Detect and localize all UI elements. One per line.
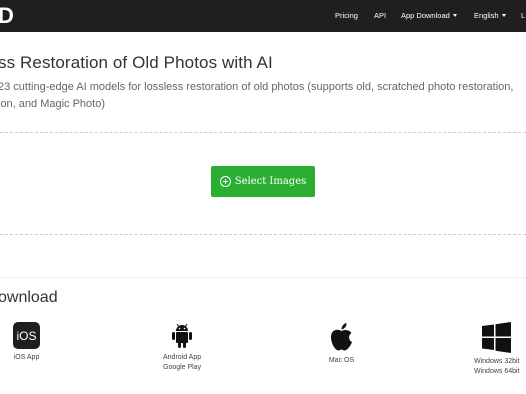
page-subtitle: 23 cutting-edge AI models for lossless r… [0, 79, 526, 113]
ios-icon: iOS [13, 322, 40, 349]
section-divider [0, 277, 526, 278]
android-icon [172, 323, 193, 348]
nav-pricing[interactable]: Pricing [335, 0, 358, 32]
download-mac[interactable]: Mac OS [328, 322, 355, 366]
nav-api[interactable]: API [374, 0, 386, 32]
select-images-button[interactable]: Select Images [211, 166, 315, 197]
plus-circle-icon [219, 176, 231, 187]
subtitle-line-2: ion, and Magic Photo) [0, 98, 106, 110]
windows-label-line2: Windows 64bit [474, 368, 520, 375]
caret-down-icon [452, 13, 457, 17]
brand-logo[interactable]: D [0, 3, 14, 29]
nav-login[interactable]: L [521, 0, 525, 32]
subtitle-line-1: 23 cutting-edge AI models for lossless r… [0, 81, 514, 93]
apple-icon [331, 323, 352, 351]
nav-app-download-label: App Download [401, 11, 450, 20]
nav-app-download[interactable]: App Download [401, 0, 457, 32]
android-label-line1: Android App [163, 354, 202, 361]
nav-language[interactable]: English [474, 0, 506, 32]
windows-label-line1: Windows 32bit [474, 358, 520, 365]
mac-label: Mac OS [328, 357, 355, 364]
download-heading: ownload [0, 289, 58, 306]
upload-area-top-border [0, 132, 526, 133]
page-title: ss Restoration of Old Photos with AI [0, 53, 273, 72]
nav-language-label: English [474, 11, 499, 20]
android-label: Android App Google Play [163, 353, 201, 373]
windows-icon [482, 322, 512, 353]
download-ios[interactable]: iOS iOS App [13, 322, 40, 363]
download-windows[interactable]: Windows 32bit Windows 64bit [474, 322, 520, 377]
select-images-label: Select Images [234, 176, 307, 187]
ios-label: iOS App [13, 354, 40, 361]
windows-label: Windows 32bit Windows 64bit [474, 357, 520, 377]
download-android[interactable]: Android App Google Play [163, 322, 201, 373]
upload-area-bottom-border [0, 234, 526, 235]
android-label-line2: Google Play [163, 364, 202, 371]
top-navbar: D Pricing API App Download English L [0, 0, 526, 32]
caret-down-icon [501, 13, 506, 17]
